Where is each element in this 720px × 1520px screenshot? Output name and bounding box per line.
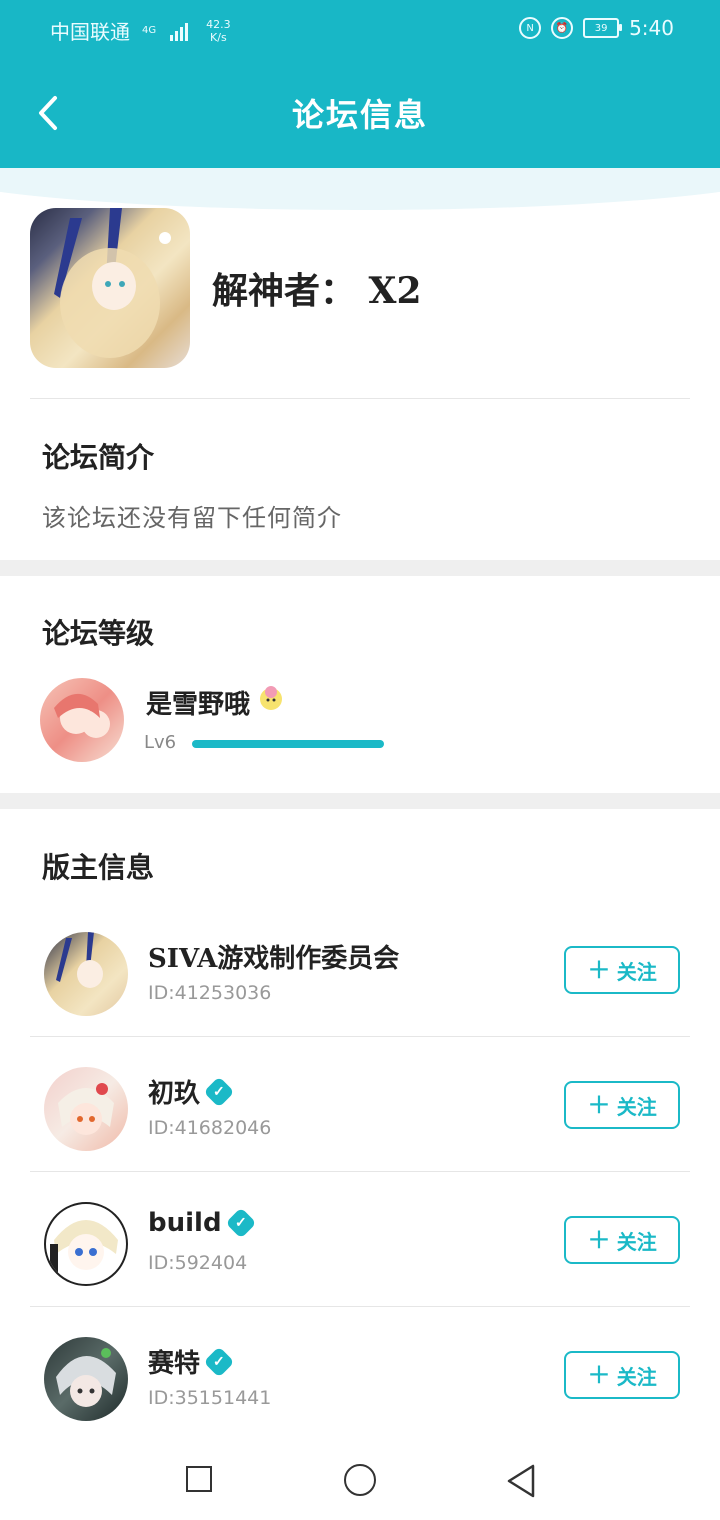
status-left: 中国联通 4G 42.3 K/s — [50, 16, 231, 45]
moderator-id: ID:35151441 — [148, 1387, 272, 1409]
moderators-section-title: 版主信息 — [42, 851, 155, 884]
plus-icon: + — [587, 1222, 611, 1255]
follow-button-label: 关注 — [616, 1364, 657, 1389]
recents-button[interactable] — [186, 1466, 212, 1492]
plus-icon: + — [587, 1087, 611, 1120]
follow-button-label: 关注 — [616, 1229, 657, 1254]
follow-button-label: 关注 — [616, 959, 657, 984]
network-speed-value: 42.3 — [206, 17, 231, 31]
moderator-item[interactable]: SIVA游戏制作委员会 ID:41253036 + 关注 — [30, 916, 690, 1051]
intro-section-title: 论坛简介 — [42, 441, 155, 474]
moderator-item[interactable]: build ✓ ID:592404 + 关注 — [30, 1186, 690, 1321]
network-speed: 42.3 K/s — [206, 18, 231, 44]
plus-icon: + — [587, 952, 611, 985]
verified-icon: ✓ — [203, 1345, 235, 1378]
divider — [30, 1036, 690, 1037]
follow-button-label: 关注 — [616, 1094, 657, 1119]
section-separator — [0, 793, 720, 809]
network-type-label: 4G — [142, 24, 157, 36]
moderator-name: SIVA游戏制作委员会 — [148, 938, 399, 975]
section-separator — [0, 560, 720, 576]
battery-icon: 39 — [583, 18, 623, 38]
follow-button[interactable]: + 关注 — [564, 1351, 680, 1399]
network-type: 4G — [142, 24, 157, 36]
intro-text: 该论坛还没有留下任何简介 — [42, 504, 342, 532]
moderator-name-text: 初玖 — [148, 1079, 201, 1109]
level-section-title: 论坛等级 — [42, 617, 155, 650]
verified-icon: ✓ — [203, 1075, 235, 1108]
divider — [30, 398, 690, 399]
level-progress-bar — [192, 740, 384, 748]
level-user-name: 是雪野哦 — [146, 684, 286, 721]
forum-icon-image — [30, 208, 190, 368]
verified-icon: ✓ — [225, 1207, 257, 1239]
moderator-name: 初玖 ✓ — [148, 1073, 235, 1110]
alarm-icon: ⏰ — [551, 17, 574, 39]
avatar — [44, 1202, 128, 1286]
battery-level: 39 — [594, 22, 608, 34]
status-bar: 中国联通 4G 42.3 K/s N ⏰ 39 5:40 — [0, 0, 720, 58]
top-nav-bar: 论坛信息 — [0, 58, 720, 168]
forum-header: 解神者： X2 — [30, 208, 422, 368]
moderator-item[interactable]: 初玖 ✓ ID:41682046 + 关注 — [30, 1051, 690, 1186]
avatar — [44, 932, 128, 1016]
nfc-icon-label: N — [526, 22, 534, 34]
avatar — [44, 1337, 128, 1421]
forum-name: 解神者： X2 — [212, 270, 422, 312]
carrier-label: 中国联通 — [50, 20, 130, 44]
moderator-name: build ✓ — [148, 1207, 257, 1239]
page-title: 论坛信息 — [291, 96, 428, 134]
plus-icon: + — [587, 1357, 611, 1390]
divider — [30, 1306, 690, 1307]
moderator-name-text: 赛特 — [148, 1349, 201, 1379]
follow-button[interactable]: + 关注 — [564, 1216, 680, 1264]
clock: 5:40 — [629, 16, 674, 40]
user-badge-icon — [256, 684, 286, 721]
avatar — [44, 1067, 128, 1151]
network-speed-unit: K/s — [210, 30, 227, 44]
avatar — [40, 678, 124, 762]
home-button[interactable] — [344, 1464, 376, 1496]
level-label: Lv6 — [144, 732, 177, 753]
moderator-name-text: SIVA游戏制作委员会 — [148, 944, 400, 974]
status-right: N ⏰ 39 5:40 — [519, 16, 674, 40]
level-user-name-text: 是雪野哦 — [146, 690, 251, 720]
divider — [30, 1171, 690, 1172]
moderator-id: ID:41682046 — [148, 1117, 272, 1139]
moderator-name-text: build — [148, 1208, 222, 1238]
moderator-name: 赛特 ✓ — [148, 1343, 235, 1380]
moderator-id: ID:592404 — [148, 1252, 248, 1274]
back-triangle-icon[interactable] — [506, 1464, 536, 1498]
moderator-id: ID:41253036 — [148, 982, 272, 1004]
signal-icon — [170, 21, 189, 41]
nfc-icon: N — [519, 17, 542, 39]
system-nav-bar — [0, 1436, 720, 1520]
follow-button[interactable]: + 关注 — [564, 946, 680, 994]
level-row[interactable]: 是雪野哦 Lv6 — [40, 678, 680, 768]
follow-button[interactable]: + 关注 — [564, 1081, 680, 1129]
